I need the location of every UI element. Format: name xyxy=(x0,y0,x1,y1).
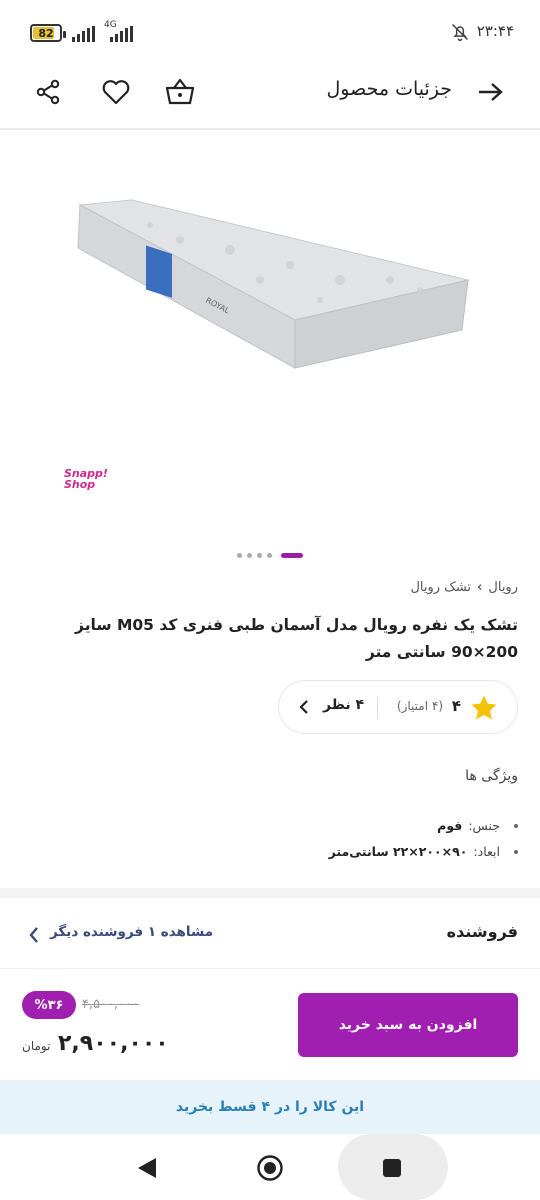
share-icon[interactable] xyxy=(32,76,64,108)
installment-banner[interactable]: این کالا را در ۴ قسط بخرید xyxy=(0,1080,540,1134)
snappshop-logo: Snapp! Shop xyxy=(64,467,108,491)
chevron-left-icon: › xyxy=(477,580,483,595)
product-image-carousel[interactable]: ROYAL Snapp! Shop xyxy=(0,130,540,540)
buy-bar: افزودن به سبد خرید %۳۶ ۴,۵۰۰,۰۰۰ ۲,۹۰۰,۰… xyxy=(0,968,540,1080)
section-divider xyxy=(0,888,540,898)
reviews-count[interactable]: ۴ نظر xyxy=(323,697,364,713)
rating-count: (۴ امتیاز) xyxy=(396,699,443,713)
signal-icon xyxy=(72,26,95,42)
carousel-dot[interactable] xyxy=(237,553,242,558)
breadcrumb-item[interactable]: رویال xyxy=(488,580,518,595)
feature-item: جنس: فوم xyxy=(437,818,518,833)
seller-row: فروشنده مشاهده ۱ فروشنده دیگر xyxy=(0,898,540,968)
back-icon[interactable] xyxy=(136,1156,158,1180)
currency: تومان xyxy=(22,1039,51,1053)
battery-nub xyxy=(63,31,66,38)
divider xyxy=(377,697,378,719)
product-title: تشک یک نفره رویال مدل آسمان طبی فنری کد … xyxy=(75,616,518,661)
seller-label: فروشنده xyxy=(446,922,518,941)
features-title: ویژگی ها xyxy=(465,768,518,784)
arrow-right-icon[interactable] xyxy=(474,76,506,108)
bullet xyxy=(514,823,518,828)
bullet xyxy=(514,849,518,854)
discount-badge: %۳۶ xyxy=(22,991,76,1019)
bell-off-icon xyxy=(451,23,469,42)
status-bar: 82 4G ۲۳:۴۴ xyxy=(0,0,540,64)
heart-icon[interactable] xyxy=(100,76,132,108)
carousel-dots xyxy=(0,552,540,560)
app-bar: جزئیات محصول xyxy=(0,64,540,124)
add-to-cart-button[interactable]: افزودن به سبد خرید xyxy=(298,993,518,1057)
other-sellers-link[interactable]: مشاهده ۱ فروشنده دیگر xyxy=(50,924,213,940)
price: ۲,۹۰۰,۰۰۰ xyxy=(58,1031,169,1056)
chevron-left-icon[interactable] xyxy=(28,926,40,944)
rating-score: ۴ xyxy=(451,697,461,715)
mattress-image: ROYAL xyxy=(77,199,470,369)
breadcrumb: رویال › تشک رویال xyxy=(410,580,518,595)
page-title: جزئیات محصول xyxy=(326,78,452,100)
carousel-dot[interactable] xyxy=(247,553,252,558)
carousel-dot-active[interactable] xyxy=(281,553,303,558)
star-icon xyxy=(471,695,497,720)
recents-icon[interactable] xyxy=(382,1158,402,1178)
rating-card[interactable]: ۴ (۴ امتیاز) ۴ نظر xyxy=(278,680,518,734)
feature-label: ابعاد: xyxy=(473,844,500,859)
home-icon[interactable] xyxy=(256,1154,284,1182)
cart-icon[interactable] xyxy=(164,76,196,108)
chevron-left-icon[interactable] xyxy=(299,699,309,715)
battery-icon: 82 xyxy=(30,24,66,42)
feature-label: جنس: xyxy=(468,818,500,833)
feature-value: فوم xyxy=(437,818,463,833)
system-nav-bar xyxy=(0,1134,540,1200)
battery-text: 82 xyxy=(38,26,54,40)
feature-item: ابعاد: ۹۰×۲۰۰×۲۲ سانتی‌متر xyxy=(329,844,518,859)
signal-icon-2 xyxy=(110,26,133,42)
breadcrumb-item[interactable]: تشک رویال xyxy=(410,580,471,595)
carousel-dot[interactable] xyxy=(267,553,272,558)
carousel-dot[interactable] xyxy=(257,553,262,558)
clock: ۲۳:۴۴ xyxy=(476,22,514,40)
feature-value: ۹۰×۲۰۰×۲۲ سانتی‌متر xyxy=(328,844,468,859)
old-price: ۴,۵۰۰,۰۰۰ xyxy=(82,997,140,1012)
